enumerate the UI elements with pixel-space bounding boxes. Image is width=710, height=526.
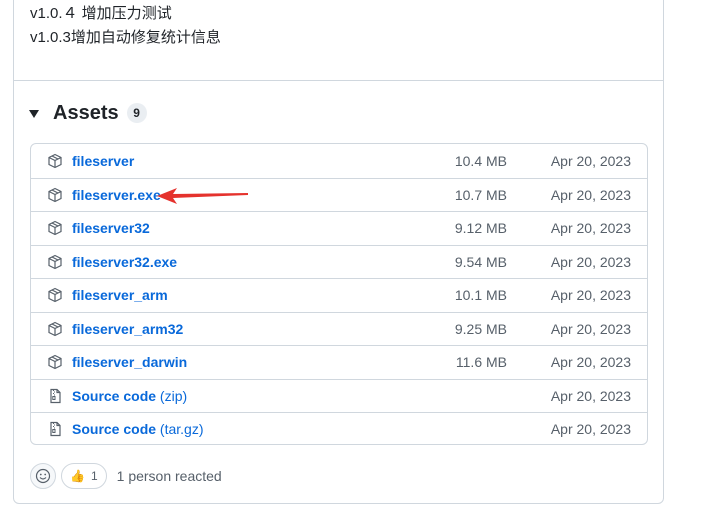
asset-size: 10.1 MB xyxy=(454,287,507,304)
asset-size: 10.4 MB xyxy=(454,152,507,169)
asset-row: fileserver_arm32 9.25 MB Apr 20, 2023 xyxy=(31,311,647,346)
reactions-bar: 👍 1 1 person reacted xyxy=(30,463,222,489)
assets-count-badge: 9 xyxy=(126,103,147,123)
reaction-summary: 1 person reacted xyxy=(116,468,222,484)
asset-size: 9.25 MB xyxy=(454,320,507,337)
asset-date: Apr 20, 2023 xyxy=(550,152,631,169)
asset-size: 10.7 MB xyxy=(454,186,507,203)
package-icon xyxy=(48,153,62,168)
add-reaction-button[interactable] xyxy=(30,463,56,489)
asset-row: fileserver.exe 10.7 MB Apr 20, 2023 xyxy=(31,177,647,212)
asset-link[interactable]: fileserver32 xyxy=(72,220,150,236)
asset-date: Apr 20, 2023 xyxy=(550,253,631,270)
release-note-line: v1.0.４ 增加压力测试 xyxy=(30,5,172,22)
asset-row: fileserver_arm 10.1 MB Apr 20, 2023 xyxy=(31,278,647,312)
asset-size: 11.6 MB xyxy=(455,354,507,371)
assets-title: Assets xyxy=(53,101,119,124)
asset-row: fileserver32 9.12 MB Apr 20, 2023 xyxy=(31,211,647,245)
divider xyxy=(14,80,663,81)
package-icon xyxy=(48,187,62,202)
asset-size: 9.12 MB xyxy=(454,220,507,237)
assets-list: fileserver 10.4 MB Apr 20, 2023 fileserv… xyxy=(30,143,648,445)
asset-row: Source code (tar.gz) Apr 20, 2023 xyxy=(31,412,647,444)
release-notes: v1.0.４ 增加压力测试 v1.0.3增加自动修复统计信息 xyxy=(30,2,221,50)
asset-date: Apr 20, 2023 xyxy=(550,320,631,337)
asset-date: Apr 20, 2023 xyxy=(550,186,631,203)
asset-date: Apr 20, 2023 xyxy=(550,387,631,404)
asset-row: fileserver 10.4 MB Apr 20, 2023 xyxy=(31,144,647,178)
asset-size: 9.54 MB xyxy=(454,253,507,270)
asset-row: Source code (zip) Apr 20, 2023 xyxy=(31,378,647,413)
triangle-down-icon xyxy=(29,110,39,118)
reaction-count: 1 xyxy=(90,469,98,483)
asset-date: Apr 20, 2023 xyxy=(550,220,631,237)
file-zip-icon xyxy=(50,422,61,437)
asset-link[interactable]: fileserver.exe xyxy=(72,187,161,203)
package-icon xyxy=(48,321,62,336)
asset-link[interactable]: fileserver_darwin xyxy=(72,354,187,370)
asset-row: fileserver_darwin 11.6 MB Apr 20, 2023 xyxy=(31,345,647,379)
asset-link[interactable]: fileserver_arm xyxy=(72,287,168,303)
assets-toggle[interactable]: Assets 9 xyxy=(29,100,147,126)
smiley-icon xyxy=(35,468,51,484)
asset-link[interactable]: Source code (zip) xyxy=(72,388,187,404)
package-icon xyxy=(48,288,62,303)
asset-date: Apr 20, 2023 xyxy=(550,287,631,304)
thumbs-up-reaction[interactable]: 👍 1 xyxy=(61,463,107,489)
asset-link[interactable]: fileserver xyxy=(72,153,134,169)
package-icon xyxy=(48,254,62,269)
asset-link[interactable]: fileserver32.exe xyxy=(72,254,177,270)
release-note-line: v1.0.3增加自动修复统计信息 xyxy=(30,29,221,46)
package-icon xyxy=(48,355,62,370)
asset-row: fileserver32.exe 9.54 MB Apr 20, 2023 xyxy=(31,244,647,279)
thumbs-up-icon: 👍 xyxy=(70,469,85,483)
asset-link[interactable]: Source code (tar.gz) xyxy=(72,421,204,437)
asset-link[interactable]: fileserver_arm32 xyxy=(72,321,183,337)
annotation-arrow-icon xyxy=(157,188,248,204)
asset-date: Apr 20, 2023 xyxy=(550,354,631,371)
asset-date: Apr 20, 2023 xyxy=(550,421,631,438)
file-zip-icon xyxy=(50,388,61,403)
package-icon xyxy=(48,221,62,236)
